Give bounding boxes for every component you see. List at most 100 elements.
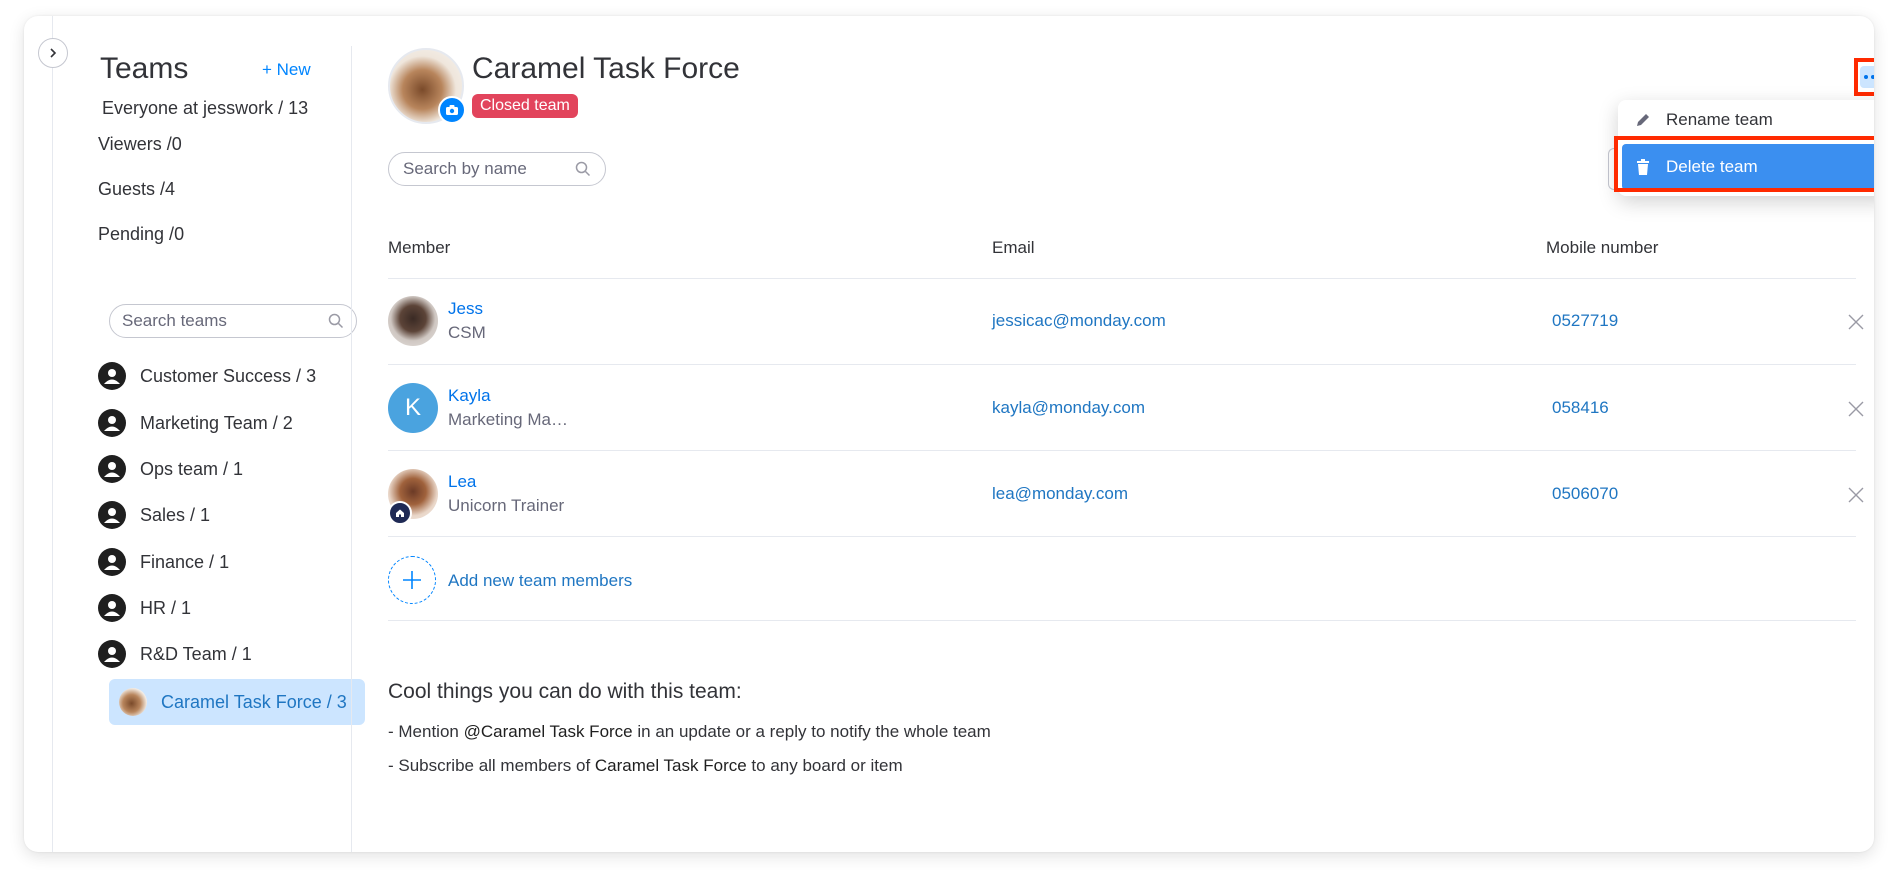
status-badge: Closed team	[472, 94, 578, 118]
home-icon	[388, 501, 412, 525]
team-item-marketing[interactable]: Marketing Team / 2	[98, 403, 293, 443]
team-item-rnd[interactable]: R&D Team / 1	[98, 634, 252, 674]
count-item-count: 0	[171, 134, 182, 154]
team-item-sales[interactable]: Sales / 1	[98, 495, 210, 535]
count-item-guests[interactable]: Guests /4	[98, 179, 175, 200]
member-phone: 0527719	[1552, 311, 1619, 330]
team-detail: Caramel Task Force Closed team Search by…	[376, 16, 1874, 852]
count-item-count: 0	[174, 224, 185, 244]
team-icon	[98, 409, 126, 437]
member-phone: 058416	[1552, 398, 1609, 417]
camera-icon[interactable]	[438, 96, 466, 124]
sidebar-title: Teams	[100, 52, 189, 85]
avatar[interactable]: K	[388, 383, 438, 433]
close-icon[interactable]	[1846, 312, 1866, 332]
count-item-label: Guests /	[98, 179, 166, 199]
tip-text: in an update or a reply to notify the wh…	[632, 722, 991, 741]
team-item-ops[interactable]: Ops team / 1	[98, 449, 243, 489]
team-item-hr[interactable]: HR / 1	[98, 588, 191, 628]
rename-team-label: Rename team	[1666, 110, 1773, 129]
search-teams-placeholder: Search teams	[122, 311, 227, 330]
new-team-link[interactable]: + New	[262, 60, 311, 80]
member-email-link[interactable]: kayla@monday.com	[992, 398, 1145, 418]
member-name-link[interactable]: Jess	[448, 299, 483, 319]
column-header-mobile: Mobile number	[1546, 238, 1659, 257]
add-member-link[interactable]: Add new team members	[448, 571, 632, 591]
count-item-pending[interactable]: Pending /0	[98, 224, 184, 245]
team-icon	[98, 455, 126, 483]
tip-text: to any board or item	[746, 756, 903, 775]
count-item-everyone[interactable]: Everyone at jesswork / 13	[102, 98, 308, 119]
team-icon	[98, 640, 126, 668]
divider	[388, 536, 1856, 537]
close-icon[interactable]	[1846, 485, 1866, 505]
team-avatar-icon	[119, 688, 147, 716]
add-member-button[interactable]	[388, 556, 436, 604]
member-phone: 0506070	[1552, 484, 1619, 503]
search-teams-input[interactable]: Search teams	[109, 304, 357, 338]
team-item-finance[interactable]: Finance / 1	[98, 542, 229, 582]
more-options-icon	[1860, 66, 1874, 88]
team-item-count: 3	[336, 691, 347, 712]
member-name-link[interactable]: Kayla	[448, 386, 491, 406]
tip-text: - Subscribe all members of	[388, 756, 595, 775]
team-item-label: Sales /	[140, 504, 196, 525]
team-icon	[98, 594, 126, 622]
team-item-count: 2	[282, 412, 293, 433]
member-role: CSM	[448, 323, 486, 342]
member-role: Marketing Ma…	[448, 410, 568, 429]
close-icon[interactable]	[1846, 399, 1866, 419]
team-item-label: Finance /	[140, 551, 215, 572]
tip-bold: @Caramel Task Force	[463, 722, 633, 741]
team-item-label: R&D Team /	[140, 643, 237, 664]
tip-line-subscribe: - Subscribe all members of Caramel Task …	[388, 756, 903, 776]
member-email-link[interactable]: lea@monday.com	[992, 484, 1128, 504]
pencil-icon	[1634, 112, 1652, 128]
team-item-label: HR /	[140, 597, 176, 618]
team-item-label: Ops team /	[140, 458, 229, 479]
teams-sidebar: Teams + New Everyone at jesswork / 13 Vi…	[52, 16, 375, 852]
page-title: Caramel Task Force	[472, 52, 740, 85]
team-icon	[98, 501, 126, 529]
team-item-label: Marketing Team /	[140, 412, 278, 433]
count-item-viewers[interactable]: Viewers /0	[98, 134, 182, 155]
teams-card: Teams + New Everyone at jesswork / 13 Vi…	[24, 16, 1874, 852]
search-placeholder: Search by name	[403, 159, 527, 178]
count-item-label: Viewers /	[98, 134, 172, 154]
more-options-button[interactable]	[1854, 58, 1874, 96]
team-item-count: 3	[306, 365, 317, 386]
count-item-count: 13	[288, 98, 309, 118]
avatar[interactable]	[388, 296, 438, 346]
divider	[388, 620, 1856, 621]
divider	[388, 278, 1856, 279]
team-icon	[98, 362, 126, 390]
highlight-frame	[1614, 136, 1874, 192]
search-icon	[575, 161, 591, 177]
team-item-count: 1	[233, 458, 244, 479]
column-header-member: Member	[388, 238, 451, 257]
team-item-caramel-task-force[interactable]: Caramel Task Force / 3	[109, 679, 365, 725]
count-item-label: Pending /	[98, 224, 175, 244]
tip-bold: Caramel Task Force	[594, 756, 747, 775]
rename-team-menu-item[interactable]: Rename team	[1622, 102, 1773, 138]
divider	[388, 364, 1856, 365]
team-item-customer-success[interactable]: Customer Success / 3	[98, 356, 316, 396]
team-item-label: Customer Success /	[140, 365, 302, 386]
team-item-count: 1	[181, 597, 192, 618]
count-item-label: Everyone at jesswork /	[102, 98, 284, 118]
sidebar-divider	[351, 46, 352, 852]
search-icon	[328, 313, 344, 329]
team-item-label: Caramel Task Force /	[161, 691, 332, 712]
tip-line-mention: - Mention @Caramel Task Force in an upda…	[388, 722, 991, 742]
tip-text: - Mention	[388, 722, 464, 741]
member-email-link[interactable]: jessicac@monday.com	[992, 311, 1166, 331]
team-item-count: 1	[219, 551, 230, 572]
divider	[388, 450, 1856, 451]
member-name-link[interactable]: Lea	[448, 472, 476, 492]
plus-icon	[403, 571, 421, 589]
search-input[interactable]: Search by name	[388, 152, 606, 186]
team-item-count: 1	[241, 643, 252, 664]
member-role: Unicorn Trainer	[448, 496, 565, 515]
tips-title: Cool things you can do with this team:	[388, 680, 742, 703]
team-item-count: 1	[200, 504, 211, 525]
